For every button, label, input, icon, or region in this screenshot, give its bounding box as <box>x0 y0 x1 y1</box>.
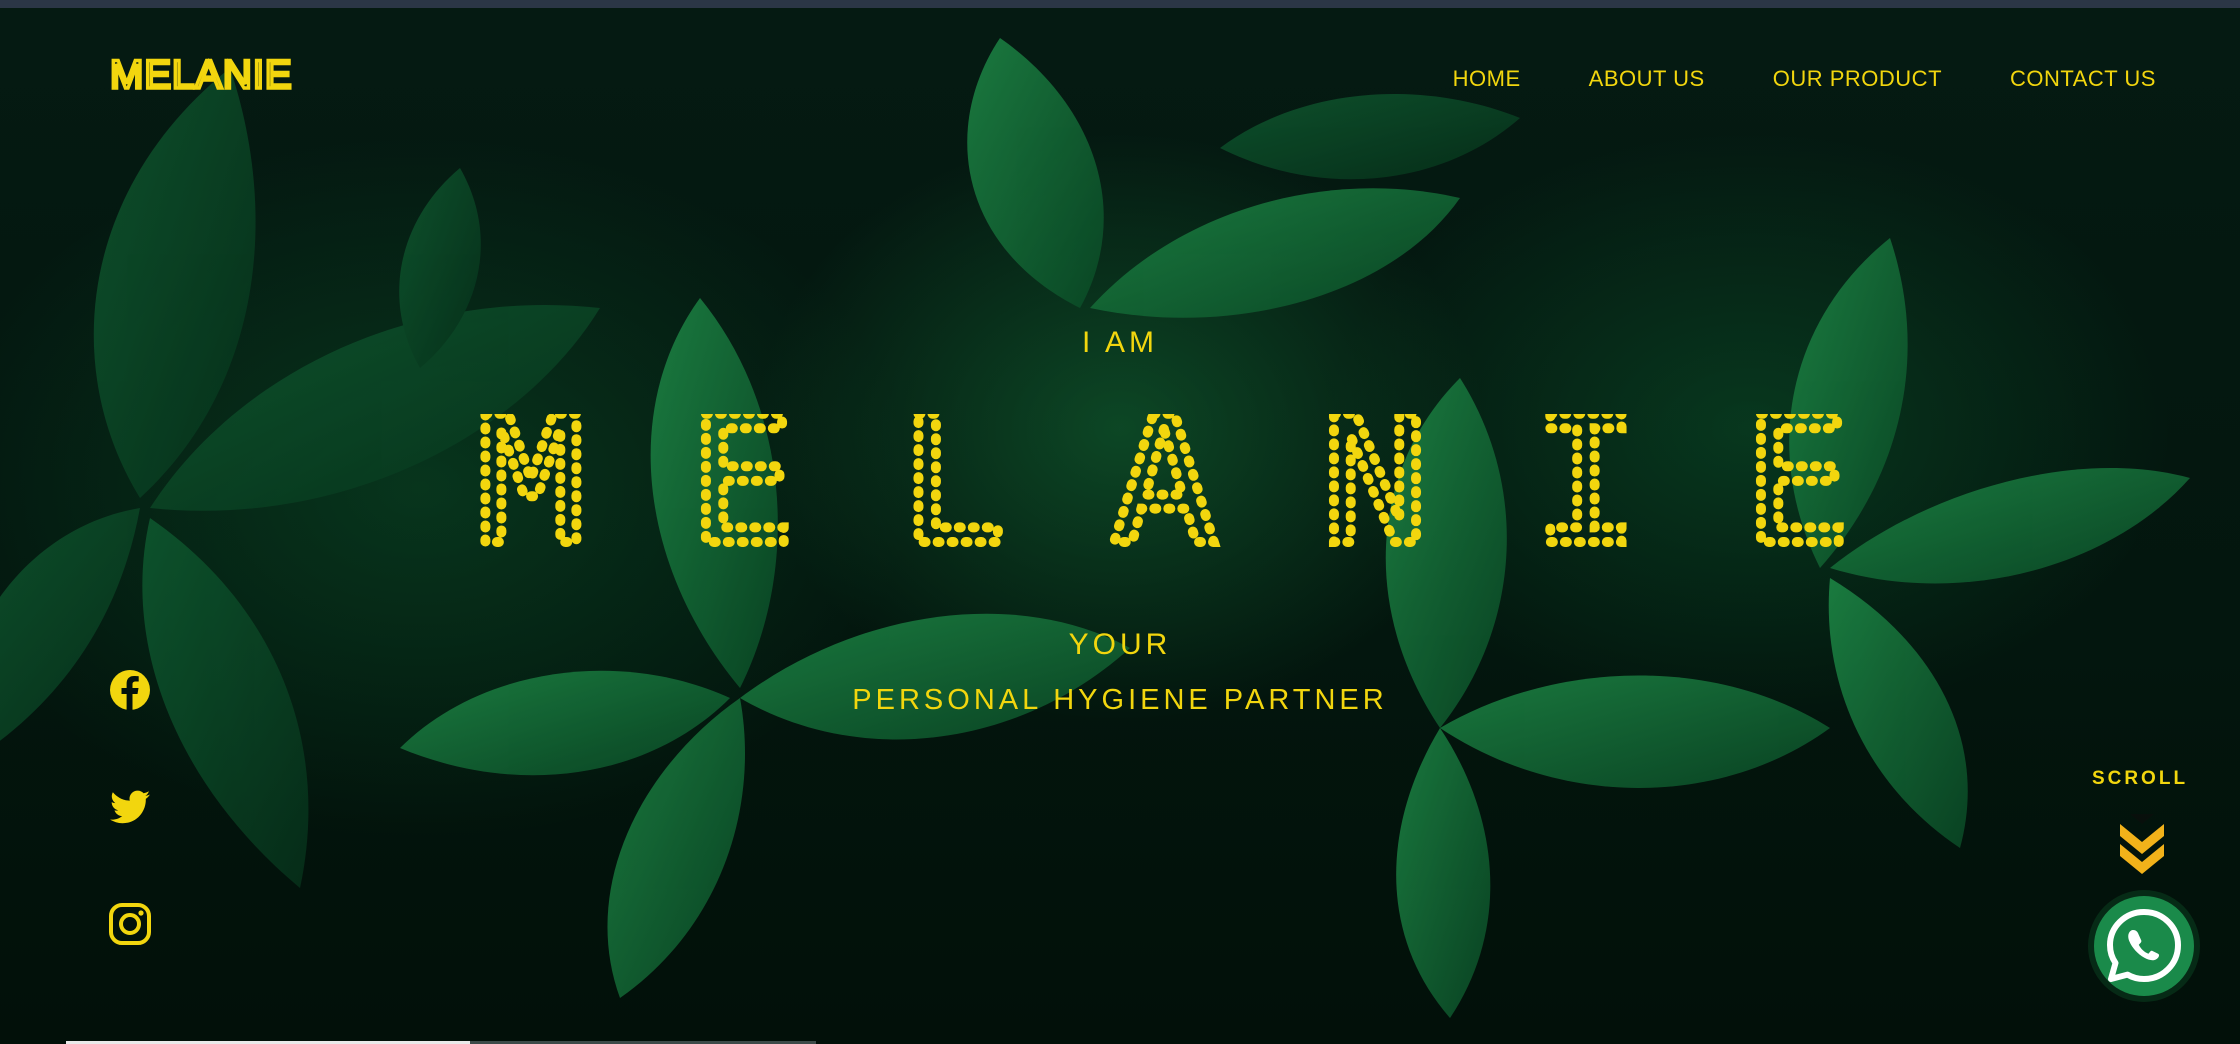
main-nav: HOME ABOUT US OUR PRODUCT CONTACT US <box>1453 66 2156 92</box>
hero-title: MELANIE <box>473 374 1855 589</box>
nav-item-our-product[interactable]: OUR PRODUCT <box>1773 66 1942 92</box>
logo-text: MELANIE <box>110 56 293 92</box>
whatsapp-icon <box>2107 909 2181 982</box>
double-chevron-down-icon <box>2120 814 2164 874</box>
hero-pre-title: I AM <box>1081 326 1158 359</box>
hero-title-text: MELANIE <box>478 414 1850 554</box>
instagram-icon <box>109 903 151 945</box>
hero-tagline-partner: PERSONAL HYGIENE PARTNER <box>852 684 1388 716</box>
scroll-down-button[interactable] <box>2112 810 2172 881</box>
facebook-link[interactable] <box>106 666 154 714</box>
twitter-link[interactable] <box>106 782 154 830</box>
scroll-label: SCROLL <box>2091 768 2189 789</box>
whatsapp-button[interactable] <box>2094 896 2194 996</box>
top-border <box>0 0 2240 8</box>
twitter-icon <box>110 790 150 824</box>
brand-logo[interactable]: MELANIE <box>108 51 334 98</box>
nav-item-contact-us[interactable]: CONTACT US <box>2010 66 2156 92</box>
facebook-icon <box>110 670 150 710</box>
nav-item-home[interactable]: HOME <box>1453 66 1521 92</box>
instagram-link[interactable] <box>106 900 154 948</box>
nav-item-about-us[interactable]: ABOUT US <box>1589 66 1705 92</box>
hero-tagline-your: YOUR <box>1068 628 1172 661</box>
